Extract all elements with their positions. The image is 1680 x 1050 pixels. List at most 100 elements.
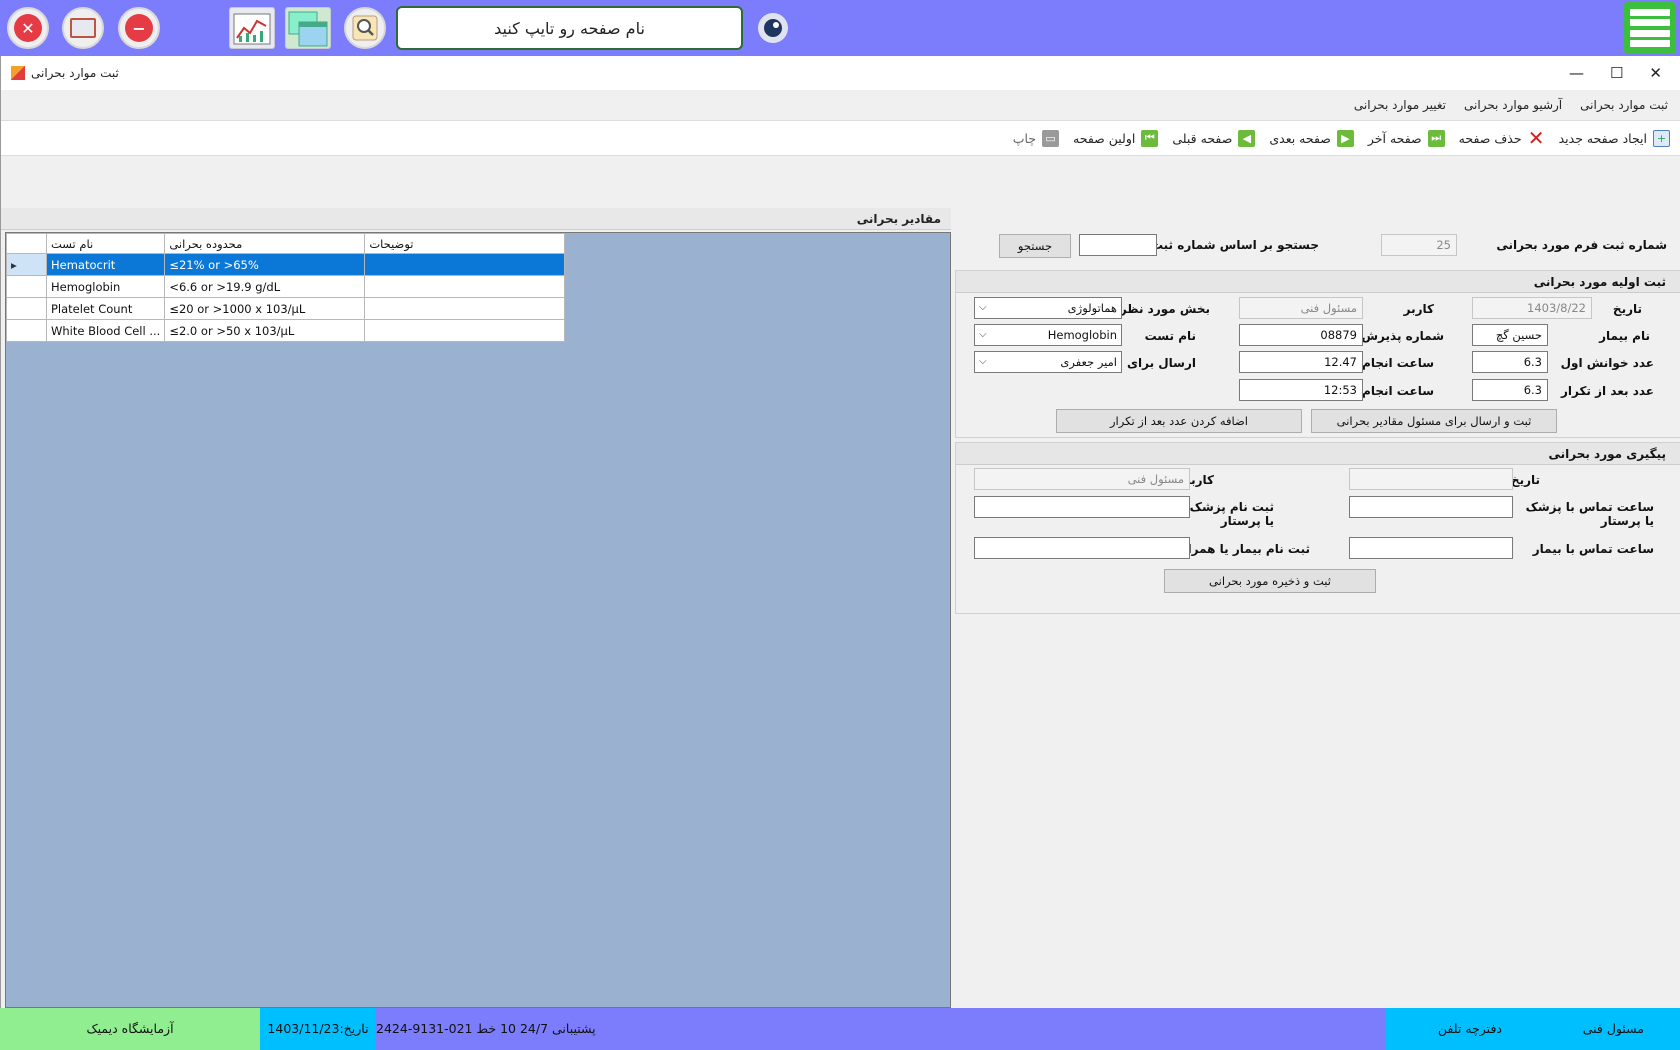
critical-cases-window: ثبت موارد بحرانی — ☐ ✕ تغییر موارد بحران… bbox=[0, 56, 1680, 1008]
form-number-field: 25 bbox=[1381, 234, 1457, 256]
top-app-bar: ✕ − نام صفحه رو تایپ کنید bbox=[0, 0, 1680, 56]
critical-values-grid-area: نام تست محدوده بحرانی توضیحات ▸ Hematocr… bbox=[5, 232, 951, 1008]
cell-notes[interactable] bbox=[364, 275, 566, 298]
row-header[interactable] bbox=[6, 297, 47, 320]
first-reading-input[interactable]: 6.3 bbox=[1472, 351, 1548, 373]
close-circle-icon: ✕ bbox=[14, 14, 42, 42]
tab-archive-critical[interactable]: آرشیو موارد بحرانی bbox=[1464, 98, 1562, 112]
send-to-dropdown[interactable]: امیر جعفری ⌵ bbox=[974, 351, 1122, 373]
window-title-group: ثبت موارد بحرانی bbox=[11, 66, 119, 80]
cell-test[interactable]: White Blood Cell ... bbox=[45, 319, 166, 342]
doctor-name-input[interactable] bbox=[974, 496, 1190, 518]
patient-name-followup-label: ثبت نام بیمار یا همراه bbox=[1180, 542, 1310, 556]
search-button[interactable]: جستجو bbox=[999, 234, 1071, 258]
test-name-dropdown[interactable]: Hemoglobin ⌵ bbox=[974, 324, 1122, 346]
table-row[interactable]: Hemoglobin <6.6 or >19.9 g/dL bbox=[6, 275, 566, 298]
desktop-button[interactable] bbox=[62, 7, 104, 49]
last-page-button[interactable]: صفحه آخر ⏭ bbox=[1368, 129, 1445, 147]
chart-icon bbox=[233, 13, 271, 45]
view-toggle-button[interactable] bbox=[752, 7, 794, 49]
patient-companion-name-input[interactable] bbox=[974, 537, 1190, 559]
critical-case-form: شماره ثبت فرم مورد بحرانی 25 جستجو بر اس… bbox=[955, 208, 1680, 1008]
row-selector-icon[interactable]: ▸ bbox=[6, 253, 47, 276]
page-search-input[interactable]: نام صفحه رو تایپ کنید bbox=[396, 6, 743, 50]
cell-notes[interactable] bbox=[364, 319, 566, 342]
tab-strip: تغییر موارد بحرانی آرشیو موارد بحرانی ثب… bbox=[1, 90, 1680, 120]
cell-notes[interactable] bbox=[364, 253, 566, 276]
next-page-button[interactable]: صفحه بعدی ▶ bbox=[1269, 129, 1354, 147]
cell-range[interactable]: <6.6 or >19.9 g/dL bbox=[164, 275, 366, 298]
cell-range[interactable]: ≤2.0 or >50 x 103/µL bbox=[164, 319, 366, 342]
column-header-notes[interactable]: توضیحات bbox=[364, 233, 566, 254]
time-done-input-2[interactable]: 12:53 bbox=[1239, 379, 1363, 401]
cell-range[interactable]: ≤21% or >65% bbox=[164, 253, 366, 276]
window-maximize-icon[interactable]: ☐ bbox=[1610, 64, 1623, 82]
table-row[interactable]: ▸ Hematocrit ≤21% or >65% bbox=[6, 253, 566, 276]
window-minimize-icon[interactable]: — bbox=[1569, 64, 1584, 82]
column-header-range[interactable]: محدوده بحرانی bbox=[164, 233, 366, 254]
printer-icon: ▭ bbox=[1042, 129, 1060, 147]
after-repeat-input[interactable]: 6.3 bbox=[1472, 379, 1548, 401]
minimize-app-button[interactable]: − bbox=[118, 7, 160, 49]
phonebook-segment: دفترچه تلفن مسئول فنی bbox=[1386, 1008, 1680, 1050]
phonebook-link[interactable]: دفترچه تلفن bbox=[1402, 1008, 1502, 1050]
time-done-label-1: ساعت انجام bbox=[1362, 356, 1434, 370]
first-reading-label: عدد خوانش اول bbox=[1560, 356, 1654, 370]
doctor-contact-time-input[interactable] bbox=[1349, 496, 1513, 518]
search-by-number-label: جستجو بر اساس شماره ثبت bbox=[1150, 238, 1319, 252]
windows-button[interactable] bbox=[285, 7, 331, 49]
cell-test[interactable]: Platelet Count bbox=[45, 297, 166, 320]
cell-range[interactable]: ≤20 or >1000 x 103/µL bbox=[164, 297, 366, 320]
cell-notes[interactable] bbox=[364, 297, 566, 320]
close-app-button[interactable]: ✕ bbox=[7, 7, 49, 49]
reports-button[interactable] bbox=[229, 7, 275, 49]
time-done-input-1[interactable]: 12.47 bbox=[1239, 351, 1363, 373]
prev-page-button[interactable]: صفحه قبلی ◀ bbox=[1172, 129, 1256, 147]
followup-date-field bbox=[1349, 468, 1513, 490]
cell-test[interactable]: Hemoglobin bbox=[45, 275, 166, 298]
doctor-name-label: ثبت نام پزشک bbox=[1189, 500, 1274, 514]
tab-change-critical[interactable]: تغییر موارد بحرانی bbox=[1354, 98, 1446, 112]
doctor-contact-label-line2: یا پرستار bbox=[1600, 514, 1654, 528]
save-critical-case-button[interactable]: ثبت و ذخیره مورد بحرانی bbox=[1164, 569, 1376, 593]
followup-section: پیگیری مورد بحرانی تاریخ کاربر مسئول فنی… bbox=[955, 442, 1680, 614]
window-close-icon[interactable]: ✕ bbox=[1649, 64, 1662, 82]
department-value: هماتولوژی bbox=[1067, 301, 1117, 315]
submit-send-button[interactable]: ثبت و ارسال برای مسئول مقادیر بحرانی bbox=[1311, 409, 1557, 433]
admission-number-label: شماره پذیرش bbox=[1361, 329, 1445, 343]
cell-test[interactable]: Hematocrit bbox=[45, 253, 166, 276]
lab-name: آزمایشگاه دیمیک bbox=[0, 1008, 260, 1050]
tab-register-critical[interactable]: ثبت موارد بحرانی bbox=[1580, 98, 1668, 112]
new-document-icon: + bbox=[1653, 129, 1670, 147]
app-icon bbox=[11, 66, 25, 80]
admission-number-input[interactable]: 08879 bbox=[1239, 324, 1363, 346]
initial-registration-section: ثبت اولیه مورد بحرانی تاریخ 1403/8/22 کا… bbox=[955, 270, 1680, 438]
department-dropdown[interactable]: هماتولوژی ⌵ bbox=[974, 297, 1122, 319]
hamburger-line bbox=[1630, 19, 1670, 27]
department-label: بخش مورد نظر bbox=[1119, 302, 1210, 316]
critical-values-title: مقادیر بحرانی bbox=[1, 208, 951, 230]
patient-contact-time-input[interactable] bbox=[1349, 537, 1513, 559]
eye-icon bbox=[758, 13, 788, 43]
patient-name-input[interactable]: حسین گچ پزی bbox=[1472, 324, 1548, 362]
row-header[interactable] bbox=[6, 319, 47, 342]
add-after-repeat-button[interactable]: اضافه کردن عدد بعد از تکرار bbox=[1056, 409, 1302, 433]
followup-user-field: مسئول فنی bbox=[974, 468, 1190, 490]
critical-values-table: نام تست محدوده بحرانی توضیحات ▸ Hematocr… bbox=[6, 233, 566, 342]
print-button[interactable]: چاپ ▭ bbox=[1013, 129, 1060, 147]
column-header-test[interactable]: نام تست bbox=[45, 233, 166, 254]
row-header[interactable] bbox=[6, 275, 47, 298]
hamburger-menu-button[interactable] bbox=[1624, 2, 1676, 54]
delete-page-button[interactable]: حذف صفحه ✕ bbox=[1459, 126, 1545, 150]
first-page-button[interactable]: اولین صفحه ⏮ bbox=[1073, 129, 1159, 147]
form-number-label: شماره ثبت فرم مورد بحرانی bbox=[1496, 238, 1667, 252]
table-row[interactable]: White Blood Cell ... ≤2.0 or >50 x 103/µ… bbox=[6, 319, 566, 342]
followup-date-label: تاریخ bbox=[1510, 473, 1540, 487]
magnifier-button[interactable] bbox=[344, 7, 386, 49]
new-page-label: ایجاد صفحه جدید bbox=[1558, 130, 1647, 146]
date-label: تاریخ bbox=[1612, 302, 1642, 316]
date-field: 1403/8/22 bbox=[1472, 297, 1592, 319]
new-page-button[interactable]: ایجاد صفحه جدید + bbox=[1558, 129, 1670, 147]
search-number-input[interactable] bbox=[1079, 234, 1157, 256]
table-row[interactable]: Platelet Count ≤20 or >1000 x 103/µL bbox=[6, 297, 566, 320]
